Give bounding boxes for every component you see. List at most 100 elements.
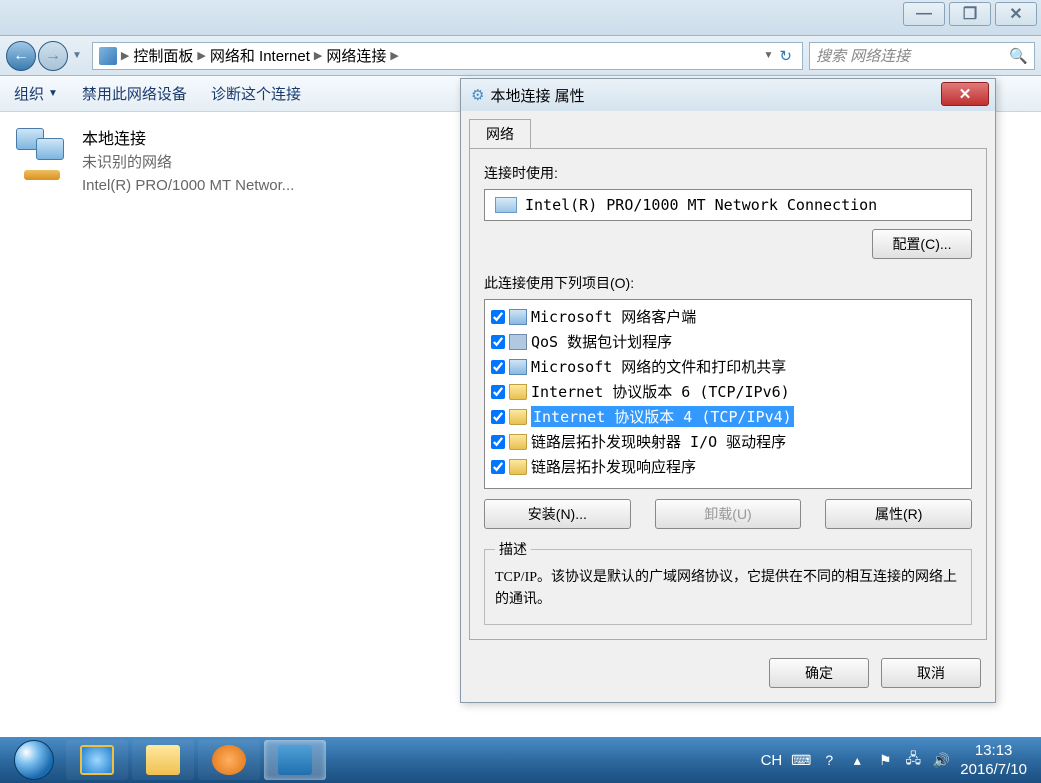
uninstall-button: 卸载(U)	[655, 499, 802, 529]
protocol-label: QoS 数据包计划程序	[531, 331, 672, 352]
protocol-checkbox[interactable]	[491, 410, 505, 424]
help-icon[interactable]: ?	[820, 752, 838, 768]
proto-icon	[509, 384, 527, 400]
network-icon: ⚙	[471, 86, 484, 104]
disable-device-button[interactable]: 禁用此网络设备	[82, 83, 187, 104]
taskbar: CH ⌨ ? ▴ ⚑ 🖧 🔊 13:13 2016/7/10	[0, 737, 1041, 783]
chevron-right-icon: ▶	[197, 49, 205, 62]
adapter-box: Intel(R) PRO/1000 MT Network Connection	[484, 189, 972, 221]
search-placeholder: 搜索 网络连接	[816, 45, 910, 66]
taskbar-explorer[interactable]	[132, 740, 194, 780]
search-icon[interactable]: 🔍	[1009, 47, 1028, 65]
keyboard-icon[interactable]: ⌨	[792, 752, 810, 768]
ie-icon	[80, 745, 114, 775]
breadcrumb-item[interactable]: 控制面板	[133, 45, 193, 66]
network-tray-icon[interactable]: 🖧	[904, 752, 922, 768]
protocol-label: Internet 协议版本 4 (TCP/IPv4)	[531, 406, 794, 427]
qos-icon	[509, 334, 527, 350]
language-indicator[interactable]: CH	[761, 752, 783, 769]
protocol-item[interactable]: 链路层拓扑发现映射器 I/O 驱动程序	[487, 429, 969, 454]
protocol-label: Microsoft 网络的文件和打印机共享	[531, 356, 786, 377]
configure-button[interactable]: 配置(C)...	[872, 229, 972, 259]
volume-icon[interactable]: 🔊	[932, 752, 950, 768]
window-controls: — ❐ ✕	[903, 2, 1037, 26]
clock[interactable]: 13:13 2016/7/10	[960, 741, 1027, 780]
history-dropdown[interactable]: ▼	[72, 50, 82, 61]
protocol-item[interactable]: Microsoft 网络的文件和打印机共享	[487, 354, 969, 379]
diagnose-button[interactable]: 诊断这个连接	[211, 83, 301, 104]
protocol-checkbox[interactable]	[491, 335, 505, 349]
address-bar: ← → ▼ ▶ 控制面板 ▶ 网络和 Internet ▶ 网络连接 ▶ ▼ ↻…	[0, 36, 1041, 76]
maximize-button[interactable]: ❐	[949, 2, 991, 26]
protocol-checkbox[interactable]	[491, 385, 505, 399]
protocol-item[interactable]: QoS 数据包计划程序	[487, 329, 969, 354]
protocol-checkbox[interactable]	[491, 435, 505, 449]
start-button[interactable]	[4, 739, 64, 781]
protocol-label: Internet 协议版本 6 (TCP/IPv6)	[531, 381, 790, 402]
dialog-title: 本地连接 属性	[490, 85, 584, 106]
description-legend: 描述	[495, 539, 531, 559]
media-player-icon	[212, 745, 246, 775]
disable-label: 禁用此网络设备	[82, 83, 187, 104]
dialog-titlebar[interactable]: ⚙ 本地连接 属性 ✕	[461, 79, 995, 111]
search-input[interactable]: 搜索 网络连接 🔍	[809, 42, 1035, 70]
taskbar-ie[interactable]	[66, 740, 128, 780]
description-text: TCP/IP。该协议是默认的广域网络协议，它提供在不同的相互连接的网络上的通讯。	[495, 567, 961, 612]
ok-button[interactable]: 确定	[769, 658, 869, 688]
control-panel-icon	[278, 745, 312, 775]
forward-button[interactable]: →	[38, 41, 68, 71]
protocol-item[interactable]: 链路层拓扑发现响应程序	[487, 454, 969, 479]
connection-adapter: Intel(R) PRO/1000 MT Networ...	[82, 175, 294, 198]
dropdown-icon[interactable]: ▼	[764, 50, 774, 61]
windows-orb-icon	[14, 740, 54, 780]
breadcrumb[interactable]: ▶ 控制面板 ▶ 网络和 Internet ▶ 网络连接 ▶ ▼ ↻	[92, 42, 803, 70]
breadcrumb-item[interactable]: 网络连接	[326, 45, 386, 66]
properties-dialog: ⚙ 本地连接 属性 ✕ 网络 连接时使用: Intel(R) PRO/1000 …	[460, 78, 996, 703]
protocol-item[interactable]: Internet 协议版本 4 (TCP/IPv4)	[487, 404, 969, 429]
chevron-down-icon: ▼	[48, 88, 58, 99]
dialog-body: 网络 连接时使用: Intel(R) PRO/1000 MT Network C…	[461, 111, 995, 648]
close-button[interactable]: ✕	[995, 2, 1037, 26]
tab-strip: 网络	[469, 119, 987, 148]
dialog-close-button[interactable]: ✕	[941, 82, 989, 106]
time: 13:13	[960, 741, 1027, 761]
install-button[interactable]: 安装(N)...	[484, 499, 631, 529]
chevron-right-icon: ▶	[121, 49, 129, 62]
protocol-item[interactable]: Microsoft 网络客户端	[487, 304, 969, 329]
system-tray: CH ⌨ ? ▴ ⚑ 🖧 🔊 13:13 2016/7/10	[761, 741, 1037, 780]
organize-menu[interactable]: 组织 ▼	[14, 83, 58, 104]
dialog-footer: 确定 取消	[461, 648, 995, 702]
tab-panel: 连接时使用: Intel(R) PRO/1000 MT Network Conn…	[469, 148, 987, 640]
organize-label: 组织	[14, 83, 44, 104]
nic-icon	[495, 197, 517, 213]
taskbar-control-panel[interactable]	[264, 740, 326, 780]
control-panel-icon	[99, 47, 117, 65]
network-adapter-icon	[16, 128, 72, 180]
protocol-checkbox[interactable]	[491, 360, 505, 374]
tab-network[interactable]: 网络	[469, 119, 531, 148]
proto-icon	[509, 409, 527, 425]
breadcrumb-item[interactable]: 网络和 Internet	[210, 45, 310, 66]
cancel-button[interactable]: 取消	[881, 658, 981, 688]
chevron-right-icon: ▶	[390, 49, 398, 62]
tray-arrow-icon[interactable]: ▴	[848, 752, 866, 768]
minimize-button[interactable]: —	[903, 2, 945, 26]
back-button[interactable]: ←	[6, 41, 36, 71]
connection-item[interactable]: 本地连接 未识别的网络 Intel(R) PRO/1000 MT Networ.…	[10, 122, 430, 203]
diagnose-label: 诊断这个连接	[211, 83, 301, 104]
proto-icon	[509, 459, 527, 475]
client-icon	[509, 309, 527, 325]
date: 2016/7/10	[960, 760, 1027, 780]
titlebar: — ❐ ✕	[0, 0, 1041, 36]
properties-button[interactable]: 属性(R)	[825, 499, 972, 529]
protocol-checkbox[interactable]	[491, 460, 505, 474]
connection-status: 未识别的网络	[82, 152, 294, 175]
refresh-icon[interactable]: ↻	[779, 47, 792, 65]
items-listbox[interactable]: Microsoft 网络客户端QoS 数据包计划程序 Microsoft 网络的文…	[484, 299, 972, 489]
flag-icon[interactable]: ⚑	[876, 752, 894, 768]
connection-title: 本地连接	[82, 128, 294, 152]
protocol-checkbox[interactable]	[491, 310, 505, 324]
taskbar-media-player[interactable]	[198, 740, 260, 780]
protocol-item[interactable]: Internet 协议版本 6 (TCP/IPv6)	[487, 379, 969, 404]
connect-using-label: 连接时使用:	[484, 163, 972, 183]
